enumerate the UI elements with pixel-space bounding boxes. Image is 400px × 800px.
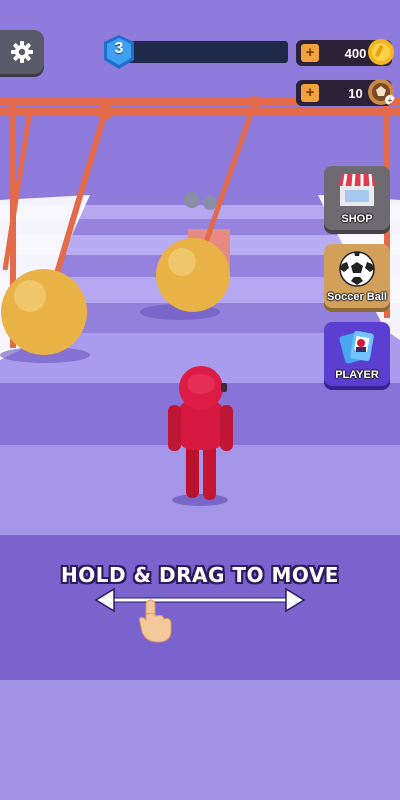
level-number: 3 bbox=[114, 40, 124, 57]
wrecking-ball bbox=[1, 269, 87, 355]
rail bbox=[0, 108, 400, 116]
soccer-ball-button[interactable]: Soccer Ball bbox=[324, 244, 390, 308]
player-character bbox=[168, 366, 233, 506]
soccer-ball-label: Soccer Ball bbox=[327, 291, 387, 303]
cards-icon bbox=[339, 330, 374, 364]
obstacle-layer bbox=[0, 96, 400, 506]
soccer-ball-pickup bbox=[184, 192, 200, 208]
shop-button[interactable]: SHOP bbox=[324, 166, 390, 230]
wrecking-ball bbox=[156, 238, 230, 312]
coin-icon bbox=[368, 39, 394, 65]
game-scene[interactable] bbox=[0, 0, 400, 800]
soccer-ball-pickup bbox=[203, 196, 217, 210]
gear-icon bbox=[11, 41, 33, 63]
add-balls-button[interactable]: + bbox=[301, 84, 319, 102]
double-arrow-icon bbox=[94, 587, 306, 613]
player-label: PLAYER bbox=[335, 369, 379, 381]
soccer-ball-icon bbox=[339, 251, 375, 287]
settings-button[interactable] bbox=[0, 30, 44, 74]
tutorial-hint-text: HOLD & DRAG TO MOVE bbox=[61, 563, 339, 587]
level-progress: 3 bbox=[102, 34, 288, 69]
ball-counter[interactable]: + 10 + bbox=[296, 79, 395, 106]
shop-label: SHOP bbox=[341, 213, 373, 225]
shop-stand-icon bbox=[338, 173, 376, 206]
pointing-hand-icon bbox=[139, 599, 172, 643]
player-button[interactable]: PLAYER bbox=[324, 322, 390, 386]
add-coins-button[interactable]: + bbox=[301, 44, 319, 62]
coin-counter[interactable]: + 400 bbox=[296, 39, 394, 66]
level-progress-bar bbox=[120, 41, 288, 63]
ball-icon: + bbox=[368, 79, 395, 105]
